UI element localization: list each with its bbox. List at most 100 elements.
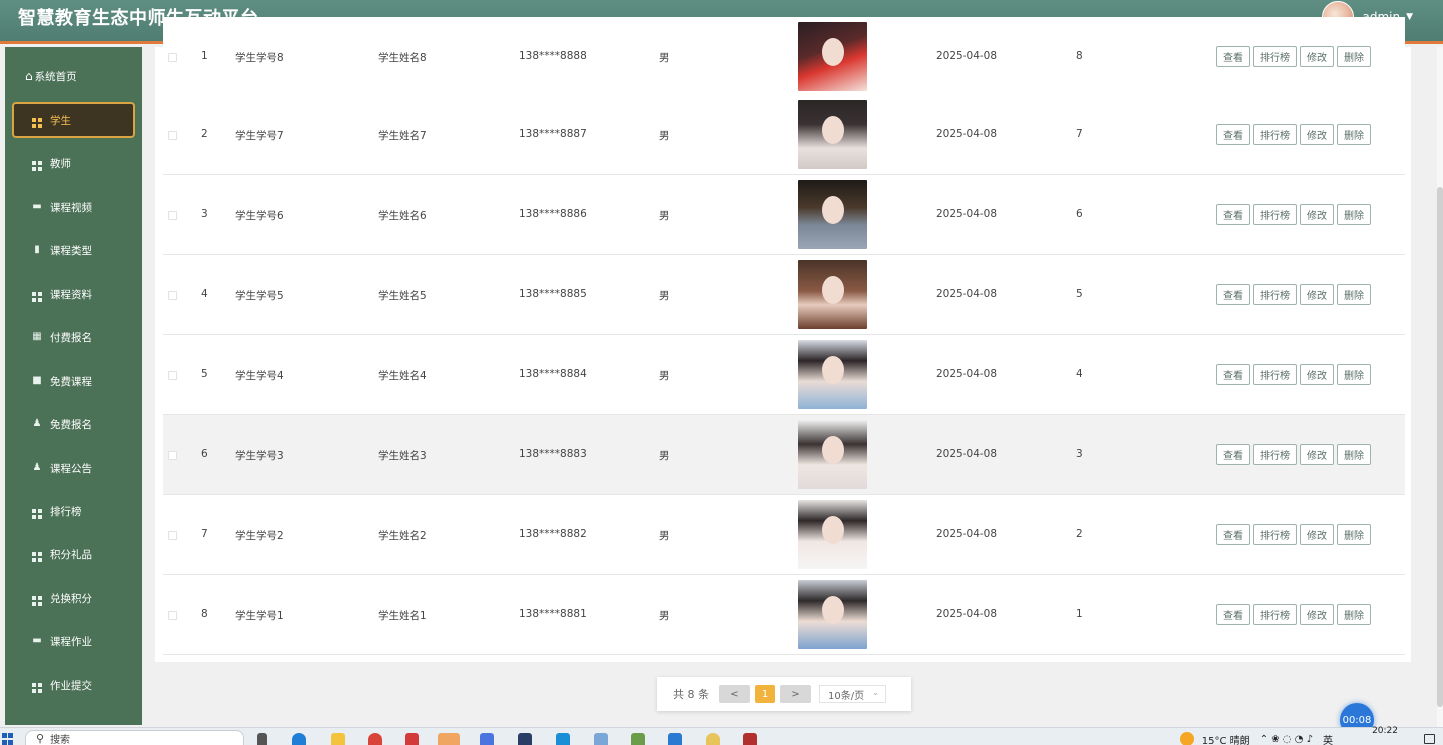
row-checkbox[interactable] [168,531,177,540]
sidebar-item-paid-enrollment[interactable]: ▦ 付费报名 [5,319,142,355]
table-row[interactable]: 4 学生学号5 学生姓名5 138****8885 男 2025-04-08 5 查看 排行榜修… [163,255,1405,335]
edge-icon[interactable] [292,733,306,745]
row-checkbox[interactable] [168,291,177,300]
row-checkbox[interactable] [168,451,177,460]
student-photo[interactable] [798,100,867,169]
table-row[interactable]: 2 学生学号7 学生姓名7 138****8887 男 2025-04-08 7 查看 排行榜修… [163,95,1405,175]
app-icon[interactable] [743,733,757,745]
taskbar-clock[interactable]: 20:22 [1372,726,1398,736]
edit-button[interactable]: 修改 [1300,524,1334,545]
student-photo[interactable] [798,340,867,409]
tray-icons[interactable]: ⌃ ❀ ◌ ◔ ♪ [1260,730,1313,745]
weather-text[interactable]: 15°C 晴朗 [1202,728,1250,745]
delete-button[interactable]: 删除 [1337,46,1371,67]
sidebar-item-homework-submit[interactable]: 作业提交 [5,667,142,703]
sidebar-item-point-gifts[interactable]: 积分礼品 [5,536,142,572]
chrome-icon[interactable] [368,733,382,745]
wechat-icon[interactable] [438,733,460,745]
edit-button[interactable]: 修改 [1300,284,1334,305]
app-icon[interactable] [480,733,494,745]
delete-button[interactable]: 删除 [1337,204,1371,225]
notification-icon[interactable] [1424,734,1435,744]
delete-button[interactable]: 删除 [1337,604,1371,625]
photo-image [798,500,867,569]
row-checkbox[interactable] [168,611,177,620]
edit-button[interactable]: 修改 [1300,364,1334,385]
table-row[interactable]: 7 学生学号2 学生姓名2 138****8882 男 2025-04-08 2 查看 排行榜修… [163,495,1405,575]
table-row[interactable]: 5 学生学号4 学生姓名4 138****8884 男 2025-04-08 4 查看 排行榜修… [163,335,1405,415]
app-icon[interactable] [631,733,645,745]
leaderboard-button[interactable]: 排行榜 [1253,204,1297,225]
next-page-button[interactable]: > [780,685,811,703]
leaderboard-button[interactable]: 排行榜 [1253,364,1297,385]
edit-button[interactable]: 修改 [1300,604,1334,625]
delete-button[interactable]: 删除 [1337,444,1371,465]
page-scrollbar[interactable] [1437,47,1443,727]
app-icon[interactable] [518,733,532,745]
view-button[interactable]: 查看 [1216,124,1250,145]
taskbar-search[interactable]: ⚲ 搜索 [25,730,244,745]
leaderboard-button[interactable]: 排行榜 [1253,284,1297,305]
view-button[interactable]: 查看 [1216,46,1250,67]
sidebar-item-free-enrollment[interactable]: ♟ 免费报名 [5,406,142,442]
sidebar-item-free-courses[interactable]: ■ 免费课程 [5,363,142,399]
edit-button[interactable]: 修改 [1300,444,1334,465]
sidebar-item-homework[interactable]: ▬ 课程作业 [5,623,142,659]
sidebar-item-announcements[interactable]: ♟ 课程公告 [5,450,142,486]
app-icon[interactable] [706,733,720,745]
page-size-select[interactable]: 10条/页 ⌄ [819,685,886,703]
student-photo[interactable] [798,420,867,489]
edit-button[interactable]: 修改 [1300,46,1334,67]
leaderboard-button[interactable]: 排行榜 [1253,124,1297,145]
view-button[interactable]: 查看 [1216,364,1250,385]
table-row[interactable]: 6 学生学号3 学生姓名3 138****8883 男 2025-04-08 3 查看 排行榜修… [163,415,1405,495]
leaderboard-button[interactable]: 排行榜 [1253,524,1297,545]
scrollbar-thumb[interactable] [1437,187,1443,707]
sidebar-item-home[interactable]: ⌂ 系统首页 [5,61,142,91]
student-photo[interactable] [798,260,867,329]
sidebar-item-students[interactable]: 学生 [12,102,135,138]
delete-button[interactable]: 删除 [1337,284,1371,305]
sidebar-item-teachers[interactable]: 教师 [5,145,142,181]
row-checkbox[interactable] [168,53,177,62]
row-checkbox[interactable] [168,371,177,380]
prev-page-button[interactable]: < [719,685,750,703]
task-view-icon[interactable] [257,733,267,745]
view-button[interactable]: 查看 [1216,204,1250,225]
row-checkbox[interactable] [168,131,177,140]
student-photo[interactable] [798,500,867,569]
table-row[interactable]: 8 学生学号1 学生姓名1 138****8881 男 2025-04-08 1 查看 排行榜修… [163,575,1405,655]
view-button[interactable]: 查看 [1216,284,1250,305]
delete-button[interactable]: 删除 [1337,364,1371,385]
app-icon[interactable] [556,733,570,745]
row-checkbox[interactable] [168,211,177,220]
view-button[interactable]: 查看 [1216,444,1250,465]
table-row[interactable]: 3 学生学号6 学生姓名6 138****8886 男 2025-04-08 6 查看 排行榜修… [163,175,1405,255]
file-explorer-icon[interactable] [331,733,345,745]
student-photo[interactable] [798,580,867,649]
chevron-down-icon[interactable]: ▼ [1406,12,1413,22]
app-icon[interactable] [594,733,608,745]
current-page-button[interactable]: 1 [755,685,775,703]
delete-button[interactable]: 删除 [1337,524,1371,545]
leaderboard-button[interactable]: 排行榜 [1253,604,1297,625]
edit-button[interactable]: 修改 [1300,204,1334,225]
edit-button[interactable]: 修改 [1300,124,1334,145]
leaderboard-button[interactable]: 排行榜 [1253,444,1297,465]
sidebar-item-course-videos[interactable]: ▬ 课程视频 [5,189,142,225]
wps-icon[interactable] [405,733,419,745]
ime-indicator[interactable]: 英 [1323,728,1333,745]
windows-start-icon[interactable] [2,733,14,745]
student-photo[interactable] [798,22,867,91]
sidebar-item-redeem-points[interactable]: 兑换积分 [5,580,142,616]
table-row[interactable]: 1 学生学号8 学生姓名8 138****8888 男 2025-04-08 8 查看 排行榜修… [163,17,1405,97]
sidebar-item-course-types[interactable]: ▮ 课程类型 [5,232,142,268]
sidebar-item-leaderboard[interactable]: 排行榜 [5,493,142,529]
view-button[interactable]: 查看 [1216,524,1250,545]
delete-button[interactable]: 删除 [1337,124,1371,145]
sidebar-item-course-materials[interactable]: 课程资料 [5,276,142,312]
leaderboard-button[interactable]: 排行榜 [1253,46,1297,67]
view-button[interactable]: 查看 [1216,604,1250,625]
vscode-icon[interactable] [668,733,682,745]
student-photo[interactable] [798,180,867,249]
